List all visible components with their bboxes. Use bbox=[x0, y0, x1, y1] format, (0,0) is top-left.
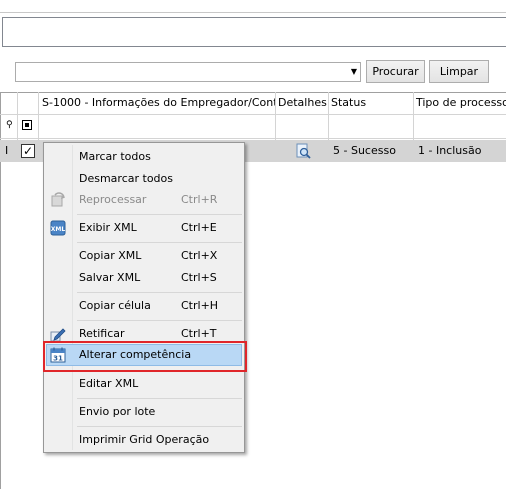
search-text-area[interactable] bbox=[2, 17, 506, 47]
grid-filter-divider bbox=[0, 138, 506, 139]
menu-item-label: Desmarcar todos bbox=[79, 172, 173, 185]
column-header-detalhes[interactable]: Detalhes bbox=[275, 92, 328, 114]
menu-item-copiar-xml[interactable]: Copiar XML Ctrl+X bbox=[44, 245, 244, 267]
xml-icon: XML bbox=[50, 220, 66, 236]
menu-item-reprocessar[interactable]: Reprocessar Ctrl+R bbox=[44, 189, 244, 211]
menu-item-shortcut: Ctrl+R bbox=[181, 193, 218, 206]
select-all-checkbox[interactable] bbox=[22, 120, 32, 130]
top-divider bbox=[0, 12, 506, 13]
menu-item-label: Editar XML bbox=[79, 377, 139, 390]
menu-item-label: Exibir XML bbox=[79, 221, 137, 234]
menu-item-label: Copiar célula bbox=[79, 299, 151, 312]
details-magnifier-icon[interactable] bbox=[295, 143, 311, 159]
menu-separator bbox=[77, 242, 242, 243]
menu-item-exibir-xml[interactable]: XML Exibir XML Ctrl+E bbox=[44, 217, 244, 239]
row-checkbox[interactable]: ✓ bbox=[21, 144, 35, 158]
edit-pencil-icon bbox=[50, 328, 66, 342]
menu-separator bbox=[77, 320, 242, 321]
filter-row-icon: ⚲ bbox=[6, 120, 13, 130]
grid-header-divider bbox=[0, 114, 506, 115]
menu-separator bbox=[77, 292, 242, 293]
filter-dropdown[interactable]: ▼ bbox=[15, 62, 361, 82]
chevron-down-icon[interactable]: ▼ bbox=[351, 67, 357, 76]
menu-separator bbox=[77, 398, 242, 399]
menu-item-label: Imprimir Grid Operação bbox=[79, 433, 210, 446]
column-header-s1000[interactable]: S-1000 - Informações do Empregador/Contr… bbox=[39, 92, 275, 114]
menu-separator bbox=[77, 214, 242, 215]
menu-item-salvar-xml[interactable]: Salvar XML Ctrl+S bbox=[44, 267, 244, 289]
annotation-highlight-frame bbox=[43, 341, 247, 372]
menu-item-desmarcar-todos[interactable]: Desmarcar todos bbox=[44, 168, 244, 190]
menu-item-editar-xml[interactable]: Editar XML bbox=[44, 373, 244, 395]
column-header-tipo-processo[interactable]: Tipo de processo bbox=[413, 92, 506, 114]
menu-item-imprimir-grid[interactable]: Imprimir Grid Operação bbox=[44, 429, 244, 451]
limpar-button[interactable]: Limpar bbox=[429, 60, 489, 83]
menu-item-label: Envio por lote bbox=[79, 405, 156, 418]
menu-item-shortcut: Ctrl+H bbox=[181, 299, 219, 312]
menu-item-copiar-celula[interactable]: Copiar célula Ctrl+H bbox=[44, 295, 244, 317]
row-indicator-icon: I bbox=[5, 144, 9, 157]
menu-item-label: Marcar todos bbox=[79, 150, 151, 163]
reprocess-icon bbox=[51, 192, 65, 207]
menu-item-shortcut: Ctrl+X bbox=[181, 249, 218, 262]
menu-item-label: Reprocessar bbox=[79, 193, 147, 206]
context-menu: Marcar todos Desmarcar todos Reprocessar… bbox=[43, 142, 245, 453]
column-header-status[interactable]: Status bbox=[328, 92, 413, 114]
menu-item-label: Copiar XML bbox=[79, 249, 142, 262]
procurar-button[interactable]: Procurar bbox=[366, 60, 425, 83]
menu-item-envio-por-lote[interactable]: Envio por lote bbox=[44, 401, 244, 423]
menu-item-shortcut: Ctrl+E bbox=[181, 221, 217, 234]
tipo-processo-cell: 1 - Inclusão bbox=[418, 144, 482, 157]
menu-separator bbox=[77, 426, 242, 427]
svg-text:XML: XML bbox=[51, 226, 66, 233]
menu-item-label: Salvar XML bbox=[79, 271, 141, 284]
menu-item-shortcut: Ctrl+S bbox=[181, 271, 217, 284]
status-cell: 5 - Sucesso bbox=[333, 144, 396, 157]
menu-item-marcar-todos[interactable]: Marcar todos bbox=[44, 146, 244, 168]
